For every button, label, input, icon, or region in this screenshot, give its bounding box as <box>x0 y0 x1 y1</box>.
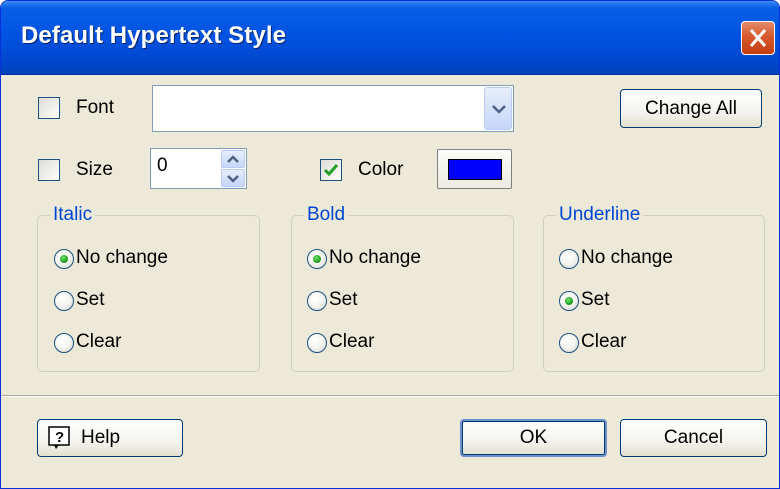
italic-no-change-label: No change <box>76 247 168 268</box>
size-value: 0 <box>157 155 168 176</box>
bold-no-change-radio[interactable] <box>307 249 327 269</box>
cancel-button[interactable]: Cancel <box>620 419 767 457</box>
chevron-down-icon <box>492 105 506 114</box>
radio-selected-dot <box>60 255 68 263</box>
size-label: Size <box>76 159 113 180</box>
italic-set-label: Set <box>76 289 105 310</box>
underline-group-title: Underline <box>556 204 644 226</box>
dialog-window: Default Hypertext Style Font Change All … <box>0 0 780 489</box>
color-swatch <box>448 159 502 180</box>
bold-no-change-label: No change <box>329 247 421 268</box>
underline-no-change-radio[interactable] <box>559 249 579 269</box>
size-spinner[interactable]: 0 <box>150 148 247 189</box>
font-dropdown-arrow[interactable] <box>484 87 512 130</box>
italic-group-title: Italic <box>50 204 96 226</box>
bold-group-title: Bold <box>304 204 349 226</box>
bold-set-label: Set <box>329 289 358 310</box>
svg-text:?: ? <box>55 429 64 446</box>
radio-selected-dot <box>565 297 573 305</box>
color-label: Color <box>358 159 404 180</box>
title-bar[interactable]: Default Hypertext Style <box>1 1 779 75</box>
arrow-down-icon <box>227 175 239 183</box>
underline-set-label: Set <box>581 289 610 310</box>
font-label: Font <box>76 97 115 118</box>
italic-set-radio[interactable] <box>54 291 74 311</box>
underline-clear-radio[interactable] <box>559 333 579 353</box>
ok-button[interactable]: OK <box>460 419 607 457</box>
color-picker-button[interactable] <box>437 149 512 189</box>
bold-set-radio[interactable] <box>307 291 327 311</box>
radio-selected-dot <box>313 255 321 263</box>
change-all-button[interactable]: Change All <box>620 89 762 128</box>
spin-up-button[interactable] <box>221 150 245 168</box>
arrow-up-icon <box>227 155 239 163</box>
spin-down-button[interactable] <box>221 169 245 187</box>
window-title: Default Hypertext Style <box>21 22 287 49</box>
underline-set-radio[interactable] <box>559 291 579 311</box>
help-icon: ? <box>48 426 70 449</box>
help-button[interactable]: ? Help <box>37 419 183 457</box>
italic-no-change-radio[interactable] <box>54 249 74 269</box>
color-checkbox[interactable] <box>320 159 342 181</box>
bold-clear-label: Clear <box>329 331 375 352</box>
italic-clear-label: Clear <box>76 331 122 352</box>
close-icon <box>749 29 767 47</box>
bold-clear-radio[interactable] <box>307 333 327 353</box>
dialog-content: Font Change All Size 0 Color Italic No c… <box>1 75 779 488</box>
font-dropdown[interactable] <box>152 85 514 132</box>
footer-separator <box>1 395 779 397</box>
checkmark-icon <box>323 164 339 177</box>
help-button-label: Help <box>81 427 121 448</box>
italic-clear-radio[interactable] <box>54 333 74 353</box>
close-button[interactable] <box>741 21 775 55</box>
underline-no-change-label: No change <box>581 247 673 268</box>
underline-clear-label: Clear <box>581 331 627 352</box>
font-checkbox[interactable] <box>38 97 60 119</box>
size-checkbox[interactable] <box>38 159 60 181</box>
